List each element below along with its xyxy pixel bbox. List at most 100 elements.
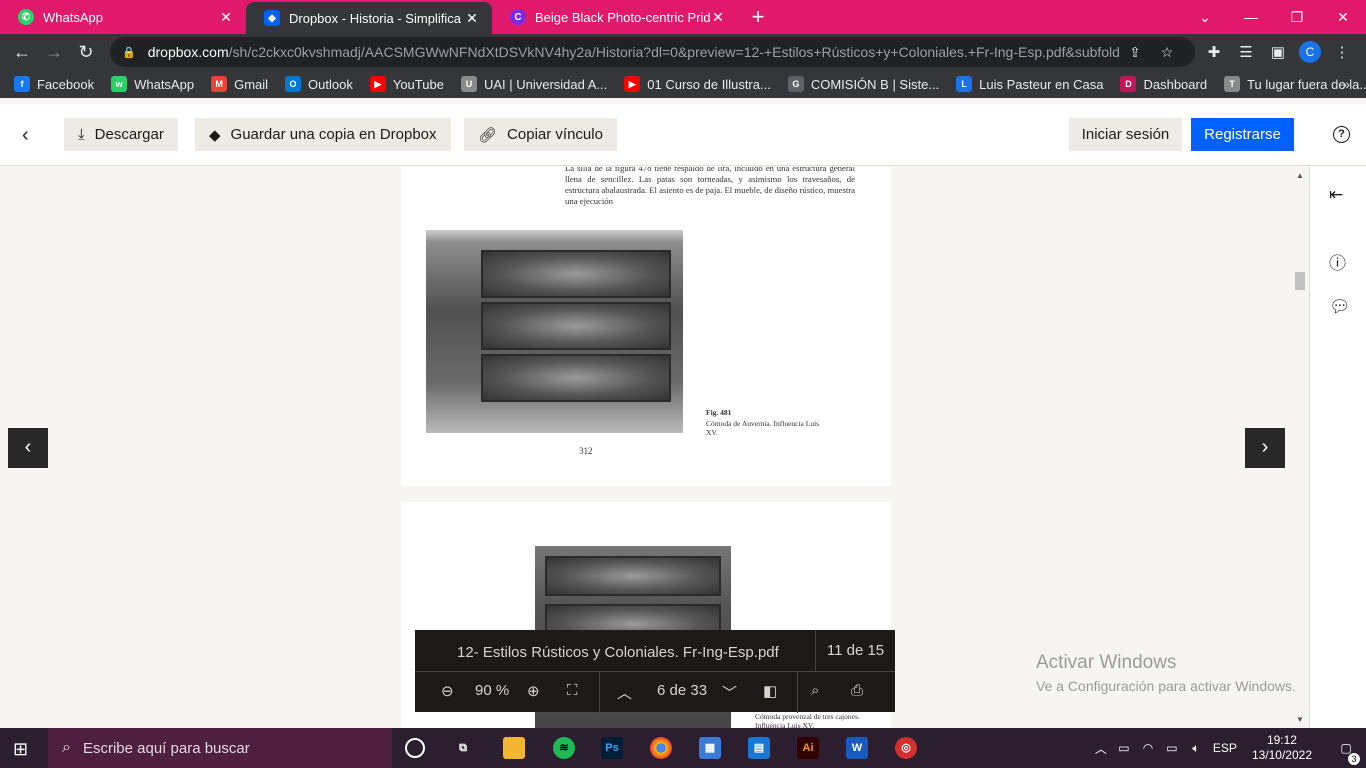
bookmark-item[interactable]: D Dashboard — [1120, 76, 1207, 92]
scroll-down-icon[interactable]: ▼ — [1296, 715, 1304, 724]
page-number: 312 — [579, 446, 593, 456]
info-icon[interactable]: ⓘ — [1329, 249, 1346, 274]
bookmark-item[interactable]: ▶ YouTube — [369, 76, 444, 92]
file-explorer-icon[interactable] — [503, 737, 525, 759]
bookmark-item[interactable]: G COMISIÓN B | Siste... — [787, 76, 939, 92]
bookmarks-bar: f Facebook w WhatsApp M Gmail O Outlook ▶ YouTube… — [0, 70, 1366, 98]
close-icon[interactable]: ✕ — [464, 10, 480, 27]
collapse-panel-icon[interactable]: ⇤ — [1329, 185, 1343, 205]
sign-in-button[interactable]: Iniciar sesión — [1069, 118, 1182, 151]
task-view-icon[interactable]: ⧉ — [452, 737, 474, 759]
profile-avatar[interactable]: C — [1299, 41, 1321, 63]
tab-canva[interactable]: C Beige Black Photo-centric Pride S ✕ — [492, 0, 738, 34]
commode-photo — [426, 230, 683, 433]
comment-icon[interactable]: 💬︎ — [1329, 297, 1351, 317]
watermark-subtitle: Ve a Configuración para activar Windows. — [1036, 678, 1296, 694]
file-position: 11 de 15 — [815, 630, 895, 671]
more-bookmarks-icon[interactable]: » — [1342, 76, 1350, 92]
bookmark-item[interactable]: ▶ 01 Curso de Illustra... — [624, 76, 771, 92]
calendar-icon[interactable]: ▤ — [748, 737, 770, 759]
cortana-icon[interactable] — [405, 738, 425, 758]
zoom-level: 90 % — [475, 682, 510, 699]
tab-title: Beige Black Photo-centric Pride S — [535, 9, 710, 25]
device-icon[interactable]: ▭ — [1112, 741, 1136, 755]
extensions-icon[interactable]: ✚ — [1198, 43, 1230, 61]
bookmark-star-icon[interactable]: ☆ — [1151, 44, 1183, 61]
bookmark-item[interactable]: M Gmail — [211, 76, 268, 92]
taskbar-search[interactable]: ⌕ Escribe aquí para buscar — [48, 728, 392, 768]
drawer-shape — [481, 354, 671, 402]
zoom-out-icon[interactable]: ⊖ — [441, 682, 454, 700]
reload-icon[interactable]: ↻ — [70, 42, 102, 63]
volume-icon[interactable]: 🔈︎ — [1184, 741, 1208, 756]
close-window-icon[interactable]: ✕ — [1320, 9, 1366, 26]
url-domain: dropbox.com — [147, 44, 229, 60]
search-icon[interactable]: ⌕ — [811, 682, 819, 699]
next-page-icon[interactable]: ﹀ — [722, 682, 737, 703]
scroll-thumb[interactable] — [1295, 272, 1305, 290]
previous-page-icon[interactable]: ︿ — [617, 682, 632, 703]
vertical-scrollbar[interactable]: ▲ ▼ — [1292, 167, 1309, 728]
copy-link-button[interactable]: 🔗︎ Copiar vínculo — [464, 118, 617, 151]
right-panel: ⇤ ⓘ 💬︎ — [1309, 167, 1366, 728]
notifications-icon[interactable]: ▢ 3 — [1326, 741, 1366, 765]
minimize-icon[interactable]: — — [1228, 9, 1274, 25]
photoshop-icon[interactable]: Ps — [601, 737, 623, 759]
language-indicator[interactable]: ESP — [1208, 741, 1242, 755]
zoom-in-icon[interactable]: ⊕ — [527, 682, 540, 700]
side-panel-icon[interactable]: ▣ — [1262, 43, 1294, 61]
register-button[interactable]: Registrarse — [1191, 118, 1294, 151]
tab-title: Dropbox - Historia - Simplifica tu — [289, 10, 464, 26]
windows-start-icon[interactable]: ⊞ — [13, 739, 28, 760]
forward-arrow-icon[interactable]: → — [38, 42, 70, 63]
bookmark-item[interactable]: O Outlook — [285, 76, 353, 92]
illustrator-icon[interactable]: Ai — [797, 737, 819, 759]
bookmark-item[interactable]: U UAI | Universidad A... — [460, 76, 607, 92]
clock[interactable]: 19:12 13/10/2022 — [1252, 733, 1312, 763]
fullscreen-icon[interactable]: ⛶ — [567, 682, 578, 699]
print-icon[interactable]: ⎙ — [851, 682, 863, 699]
bookmark-label: Dashboard — [1143, 76, 1208, 92]
back-arrow-icon[interactable]: ← — [6, 42, 38, 63]
save-copy-label: Guardar una copia en Dropbox — [230, 126, 437, 143]
tab-dropbox[interactable]: ◆ Dropbox - Historia - Simplifica tu ✕ — [246, 2, 492, 34]
url-text: dropbox.com/sh/c2ckxc0kvshmadj/AACSMGWwN… — [148, 44, 1119, 60]
watermark-title: Activar Windows — [1036, 652, 1177, 673]
calculator-icon[interactable]: ▦ — [699, 737, 721, 759]
close-icon[interactable]: ✕ — [218, 9, 234, 26]
app-icon[interactable]: ◎ — [895, 737, 917, 759]
bookmark-favicon-icon: f — [14, 76, 30, 92]
lock-icon: 🔒 — [122, 46, 136, 59]
bookmark-item[interactable]: L Luis Pasteur en Casa — [956, 76, 1103, 92]
scroll-up-icon[interactable]: ▲ — [1296, 171, 1304, 180]
previous-file-button[interactable]: ‹ — [8, 428, 48, 468]
new-tab-button[interactable]: + — [738, 0, 778, 34]
dropbox-icon: ◆ — [264, 10, 280, 26]
tab-whatsapp[interactable]: ✆ WhatsApp ✕ — [0, 0, 246, 34]
sidebar-toggle-icon[interactable]: ◧ — [763, 682, 777, 700]
help-icon[interactable]: ? — [1333, 126, 1350, 143]
chrome-icon[interactable] — [650, 737, 672, 759]
bookmark-item[interactable]: w WhatsApp — [111, 76, 194, 92]
share-icon[interactable]: ⇪ — [1119, 44, 1151, 61]
media-control-icon[interactable]: ☰ — [1230, 43, 1262, 61]
next-file-button[interactable]: › — [1245, 428, 1285, 468]
bookmark-item[interactable]: f Facebook — [14, 76, 94, 92]
url-path: /sh/c2ckxc0kvshmadj/AACSMGWwNFNdXtDSVkNV… — [228, 44, 1119, 60]
battery-icon[interactable]: ▭ — [1160, 741, 1184, 755]
save-copy-button[interactable]: ◆ Guardar una copia en Dropbox — [195, 118, 451, 151]
download-button[interactable]: ⤓ Descargar — [64, 118, 178, 151]
back-chevron-icon[interactable]: ‹ — [22, 124, 29, 147]
spotify-icon[interactable]: ≋ — [553, 737, 575, 759]
close-icon[interactable]: ✕ — [710, 9, 726, 26]
tab-search-icon[interactable]: ⌄ — [1182, 9, 1228, 26]
wifi-icon[interactable]: ◠ — [1136, 741, 1160, 755]
word-icon[interactable]: W — [846, 737, 868, 759]
menu-kebab-icon[interactable]: ⋮ — [1326, 43, 1358, 61]
chevron-up-icon[interactable]: ︿ — [1090, 740, 1112, 757]
tab-title: WhatsApp — [43, 9, 103, 25]
restore-icon[interactable]: ❐ — [1274, 9, 1320, 26]
url-input[interactable]: 🔒 dropbox.com/sh/c2ckxc0kvshmadj/AACSMGW… — [110, 37, 1195, 67]
pdf-page: La silla de la figura 478 tiene respaldo… — [401, 167, 891, 486]
drawer-shape — [481, 302, 671, 350]
